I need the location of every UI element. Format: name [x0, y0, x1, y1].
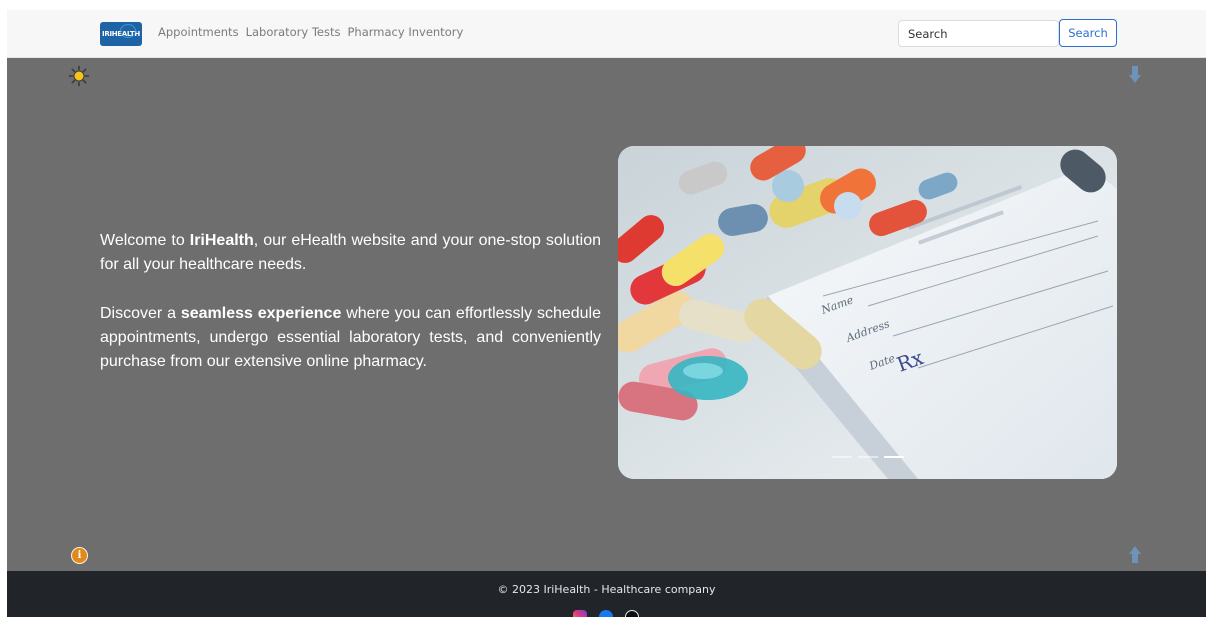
facebook-icon[interactable] [599, 610, 613, 617]
navbar: IRIHEALTH Appointments Laboratory Tests … [7, 10, 1206, 58]
nav-link-appointments[interactable]: Appointments [158, 25, 239, 39]
footer-copyright: © 2023 IriHealth - Healthcare company [497, 583, 716, 596]
page-frame: IRIHEALTH Appointments Laboratory Tests … [7, 10, 1206, 617]
brand-logo[interactable]: IRIHEALTH [100, 22, 142, 46]
brand-name: IriHealth [189, 232, 254, 249]
scroll-up-icon[interactable] [1128, 544, 1142, 564]
instagram-icon[interactable] [573, 610, 587, 617]
hero-pills-prescription-image: Name Address Date Rx [618, 146, 1117, 479]
search-input[interactable] [898, 20, 1059, 47]
nav-links: Appointments Laboratory Tests Pharmacy I… [158, 25, 470, 39]
intro-paragraph-welcome: Welcome to IriHealth, our eHealth websit… [100, 232, 601, 273]
intro-text: Welcome to IriHealth, our eHealth websit… [100, 229, 601, 399]
info-icon[interactable]: i [71, 547, 88, 564]
scroll-down-icon[interactable] [1128, 65, 1142, 85]
carousel-indicators[interactable] [832, 456, 904, 458]
social-links [573, 610, 639, 617]
github-icon[interactable] [625, 610, 639, 617]
intro-paragraph-discover: Discover a seamless experience where you… [100, 305, 601, 370]
hero-carousel-image[interactable]: Name Address Date Rx [618, 146, 1117, 479]
footer: © 2023 IriHealth - Healthcare company [7, 571, 1206, 617]
sun-icon[interactable] [68, 65, 90, 87]
nav-link-laboratory-tests[interactable]: Laboratory Tests [246, 25, 341, 39]
nav-link-pharmacy-inventory[interactable]: Pharmacy Inventory [348, 25, 464, 39]
search-button[interactable]: Search [1059, 19, 1117, 47]
highlight-seamless-experience: seamless experience [180, 305, 342, 322]
